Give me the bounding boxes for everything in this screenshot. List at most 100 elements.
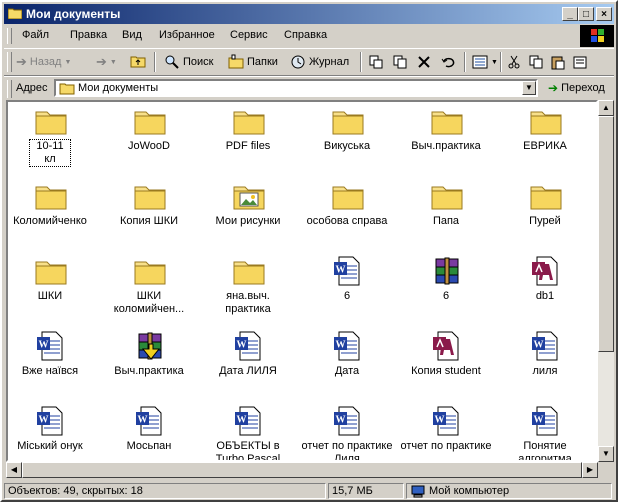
word-doc-icon: W xyxy=(331,331,365,361)
toolbar-separator xyxy=(464,52,466,72)
vertical-scroll-thumb[interactable] xyxy=(598,116,614,352)
vertical-scrollbar[interactable]: ▲ ▼ xyxy=(598,100,614,462)
forward-button[interactable]: ➔ ▼ xyxy=(96,54,117,70)
file-item[interactable]: особова справа xyxy=(301,177,393,247)
folder-icon xyxy=(34,256,68,286)
menu-file[interactable]: Файл xyxy=(22,29,49,41)
file-item[interactable]: Выч.практика xyxy=(400,102,492,172)
menu-tools[interactable]: Сервис xyxy=(230,29,268,41)
file-item[interactable]: W Дата ЛИЛЯ xyxy=(202,327,294,397)
file-item[interactable]: Wлиля xyxy=(499,327,591,397)
close-button[interactable]: × xyxy=(596,7,612,21)
file-item[interactable]: db1 xyxy=(499,252,591,322)
chevron-up-icon: ▲ xyxy=(602,103,610,112)
go-arrow-icon: ➔ xyxy=(548,81,559,95)
folders-button[interactable]: Папки xyxy=(228,54,278,70)
file-item[interactable]: PDF files xyxy=(202,102,294,172)
horizontal-scroll-thumb[interactable] xyxy=(22,462,582,478)
title-bar[interactable]: Мои документы _ □ × xyxy=(4,4,614,24)
file-item[interactable]: ШКИ коломийчен... xyxy=(103,252,195,322)
search-button[interactable]: Поиск xyxy=(164,54,213,70)
properties-button[interactable] xyxy=(572,54,588,70)
cut-icon xyxy=(508,55,520,69)
go-button[interactable]: ➔ Переход xyxy=(548,81,605,95)
address-bar: Адрес Мои документы ▼ ➔ Переход xyxy=(4,76,614,99)
move-to-button[interactable] xyxy=(368,54,384,70)
file-item[interactable]: Мои рисунки xyxy=(202,177,294,247)
file-item[interactable]: Wотчет по практике xyxy=(400,402,492,460)
word-doc-icon: W xyxy=(331,406,365,436)
file-item[interactable]: W Міський онук xyxy=(8,402,96,460)
address-label: Адрес xyxy=(16,82,48,94)
cut-button[interactable] xyxy=(506,54,522,70)
menu-edit[interactable]: Правка xyxy=(70,29,107,41)
file-item[interactable]: W Мосьпан xyxy=(103,402,195,460)
file-item[interactable]: Пурей xyxy=(499,177,591,247)
folder-icon xyxy=(59,83,75,95)
file-item[interactable]: Викуська xyxy=(301,102,393,172)
menu-help[interactable]: Справка xyxy=(284,29,327,41)
file-item[interactable]: 10-11 кл xyxy=(8,102,96,172)
go-label: Переход xyxy=(561,82,605,94)
word-doc-icon: W xyxy=(34,331,68,361)
file-item[interactable]: ЕВРИКА xyxy=(499,102,591,172)
up-folder-icon xyxy=(130,56,146,68)
word-doc-icon: W xyxy=(232,331,266,361)
undo-icon xyxy=(441,57,455,68)
copy-button[interactable] xyxy=(528,54,544,70)
file-item-label: Папа xyxy=(432,215,460,227)
file-item-label: Мои рисунки xyxy=(215,215,281,227)
svg-text:W: W xyxy=(336,340,346,351)
file-item[interactable]: W Понятие алгоритма xyxy=(499,402,591,460)
horizontal-scrollbar[interactable]: ◀ ▶ xyxy=(6,462,598,478)
file-item[interactable]: 6 xyxy=(400,252,492,322)
folder-icon xyxy=(232,106,266,136)
word-doc-icon: W xyxy=(34,406,68,436)
scroll-down-button[interactable]: ▼ xyxy=(598,446,614,462)
folder-icon xyxy=(430,106,464,136)
file-item[interactable]: Выч.практика xyxy=(103,327,195,397)
copy-to-button[interactable] xyxy=(392,54,408,70)
paste-icon xyxy=(551,56,565,70)
file-item[interactable]: W ОБЪЕКТЫ в Turbo Pascal xyxy=(202,402,294,460)
file-item-label: Вже наївся xyxy=(21,365,79,377)
views-button[interactable]: ▼ xyxy=(472,54,498,70)
file-view[interactable]: 10-11 кл JoWooD PDF files Викуська Выч.практ… xyxy=(6,100,598,462)
file-item[interactable]: Копия ШКИ xyxy=(103,177,195,247)
file-item[interactable]: яна.выч. практика xyxy=(202,252,294,322)
minimize-button[interactable]: _ xyxy=(562,7,578,21)
menu-view[interactable]: Вид xyxy=(122,29,142,41)
back-label: Назад xyxy=(29,56,62,68)
delete-button[interactable] xyxy=(416,54,432,70)
up-folder-button[interactable] xyxy=(130,54,146,68)
address-dropdown-button[interactable]: ▼ xyxy=(522,81,536,95)
scroll-up-button[interactable]: ▲ xyxy=(598,100,614,116)
chevron-down-icon: ▼ xyxy=(491,58,498,66)
address-input[interactable]: Мои документы ▼ xyxy=(54,79,538,97)
file-item[interactable]: Папа xyxy=(400,177,492,247)
file-item-label: ШКИ xyxy=(37,290,63,302)
menu-favorites[interactable]: Избранное xyxy=(159,29,215,41)
file-item[interactable]: W Вже наївся xyxy=(8,327,96,397)
menu-bar: Файл Правка Вид Избранное Сервис Справка xyxy=(4,26,579,46)
toolbar-grip xyxy=(7,52,12,72)
file-item[interactable]: W6 xyxy=(301,252,393,322)
file-item-label: ШКИ коломийчен... xyxy=(113,290,185,315)
undo-button[interactable] xyxy=(440,54,456,70)
file-item[interactable]: JoWooD xyxy=(103,102,195,172)
history-button[interactable]: Журнал xyxy=(290,54,349,70)
history-icon xyxy=(291,55,305,69)
maximize-button[interactable]: □ xyxy=(578,7,594,21)
file-item[interactable]: Wотчет по практике Лиля xyxy=(301,402,393,460)
file-item[interactable]: Коломийченко xyxy=(8,177,96,247)
scroll-right-button[interactable]: ▶ xyxy=(582,462,598,478)
paste-button[interactable] xyxy=(550,54,566,70)
window-title: Мои документы xyxy=(26,7,121,21)
folder-icon xyxy=(133,106,167,136)
scroll-left-button[interactable]: ◀ xyxy=(6,462,22,478)
file-item[interactable]: W Дата xyxy=(301,327,393,397)
back-button[interactable]: ➔ Назад ▼ xyxy=(16,54,71,70)
file-item[interactable]: ШКИ xyxy=(8,252,96,322)
svg-text:W: W xyxy=(534,415,544,426)
file-item[interactable]: Копия student xyxy=(400,327,492,397)
